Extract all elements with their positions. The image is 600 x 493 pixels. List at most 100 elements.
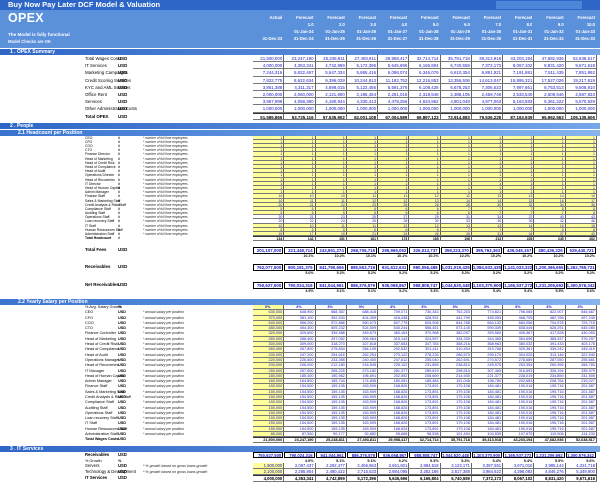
cell[interactable]: 11,182,752 (378, 76, 410, 84)
cell[interactable]: 25,238,811 (315, 55, 347, 63)
cell[interactable]: 4,330,413 (346, 98, 379, 106)
cell[interactable]: 43,203,194 (503, 55, 535, 63)
cell[interactable]: 27,493,811 (346, 55, 379, 63)
cell[interactable]: 8,067,102 (503, 62, 535, 70)
cell[interactable]: 6,098,074 (378, 69, 410, 77)
cell[interactable]: 7,244,316 (253, 69, 285, 77)
cell[interactable]: 5,163,583 (503, 98, 535, 106)
cell[interactable]: 1,000,000 (378, 105, 410, 113)
cell[interactable]: 6,678,253 (440, 83, 472, 91)
cell[interactable]: 841,044,961 (315, 281, 346, 289)
cell[interactable]: 5,591,376 (378, 83, 410, 91)
cell[interactable]: 47,682,936 (534, 437, 566, 443)
cell[interactable]: 17,527,026 (534, 76, 566, 84)
cell[interactable]: 2,533,540 (503, 90, 535, 99)
cell[interactable]: 886,376,579 (346, 281, 378, 289)
cell[interactable]: 5,647,334 (315, 69, 347, 77)
cell[interactable]: 19,217,819 (565, 76, 597, 84)
cell[interactable]: 8,622,634 (284, 76, 316, 84)
cell[interactable]: 2,000,000 (253, 90, 285, 99)
cell[interactable]: 52,638,517 (565, 55, 597, 63)
cell[interactable]: 1,262,785,721 (565, 264, 596, 272)
cell[interactable]: 436,045,157 (503, 246, 534, 254)
cell[interactable]: 2,609,546 (534, 90, 566, 99)
cell[interactable]: 8,067,102 (503, 475, 535, 482)
cell[interactable]: 35,791,718 (440, 55, 472, 63)
cell[interactable]: 29,958,417 (378, 55, 410, 63)
cell[interactable]: 173 (378, 236, 410, 241)
cell[interactable]: 52,638,517 (565, 437, 597, 443)
cell[interactable]: 62,001,108 (346, 112, 379, 120)
cell[interactable]: 7,822,775 (253, 76, 285, 84)
cell[interactable]: 3,861,388 (253, 83, 285, 91)
cell[interactable]: 6,166,804 (409, 475, 441, 482)
cell[interactable]: 39,313,918 (471, 55, 504, 63)
cell[interactable]: 7,372,173 (471, 62, 504, 70)
cell[interactable]: 762,077,500 (253, 264, 284, 272)
cell[interactable]: 23,247,190 (284, 55, 316, 63)
cell[interactable]: 5,570,629 (565, 98, 597, 106)
cell[interactable]: 105,135,606 (565, 112, 597, 120)
cell[interactable]: 134 (253, 236, 285, 241)
cell[interactable]: 936,068,867 (378, 281, 409, 289)
cell[interactable]: 6,346,076 (409, 69, 441, 77)
cell[interactable]: 790,024,316 (284, 281, 315, 289)
cell[interactable]: 359,223,370 (440, 246, 471, 254)
cell[interactable]: 1,000,000 (315, 105, 347, 113)
cell[interactable]: 4,801,049 (440, 98, 472, 106)
cell[interactable]: 185 (409, 236, 441, 241)
cell[interactable]: 1,165,537,272 (503, 281, 534, 289)
cell[interactable]: 151 (315, 236, 347, 241)
cell[interactable]: 35,791,718 (440, 437, 472, 443)
cell[interactable]: 6,740,559 (440, 475, 472, 482)
cell[interactable]: 23,247,190 (284, 437, 316, 443)
cell[interactable]: 4,353,341 (284, 475, 316, 482)
cell[interactable]: 1,000,000 (284, 105, 316, 113)
cell[interactable]: 1,000,000 (409, 105, 441, 113)
cell[interactable]: 4,190,944 (315, 98, 347, 106)
cell[interactable]: 9,671,618 (565, 62, 597, 70)
cell[interactable]: 12,216,853 (409, 76, 441, 84)
cell[interactable]: 243,951,274 (315, 246, 346, 254)
cell[interactable]: 262 (565, 236, 597, 241)
cell[interactable]: 6,166,804 (409, 62, 441, 70)
cell[interactable]: 1,000,000 (471, 105, 504, 113)
cell[interactable]: 1,031,019,425 (440, 264, 471, 272)
cell[interactable]: 43,203,194 (503, 437, 535, 443)
cell[interactable]: 980,056,488 (409, 264, 440, 272)
cell[interactable]: 6,610,354 (440, 69, 472, 77)
cell[interactable]: 6,891,921 (471, 69, 504, 77)
cell[interactable]: 7,191,881 (503, 69, 535, 77)
cell[interactable]: 1,000,000 (534, 105, 566, 113)
cell[interactable]: 79,536,228 (471, 112, 504, 120)
cell[interactable]: 32,714,714 (409, 55, 441, 63)
cell[interactable]: 4,698,015 (315, 83, 347, 91)
cell[interactable]: 4,977,063 (471, 98, 504, 106)
cell[interactable]: 67,004,589 (378, 112, 410, 120)
cell[interactable]: 326,013,737 (409, 246, 440, 254)
cell[interactable]: 2,388,105 (440, 90, 472, 99)
cell[interactable]: 268,706,715 (346, 246, 378, 254)
cell[interactable]: 1,000,000 (565, 105, 597, 113)
cell[interactable]: 841,790,606 (315, 264, 346, 272)
cell[interactable]: 2,459,748 (471, 90, 504, 99)
cell[interactable]: 213 (471, 236, 504, 241)
cell[interactable]: 13,356,506 (440, 76, 472, 84)
cell[interactable]: 51,585,866 (253, 112, 285, 120)
cell[interactable]: 4,742,899 (315, 62, 347, 70)
cell[interactable]: 1,044,520,448 (440, 281, 471, 289)
cell[interactable]: 8,831,420 (534, 475, 566, 482)
cell[interactable]: 9,608,910 (565, 83, 597, 91)
cell[interactable]: 57,535,902 (315, 112, 347, 120)
cell[interactable]: 4,353,341 (284, 62, 316, 70)
cell[interactable]: 1,103,370,900 (471, 281, 503, 289)
cell[interactable]: 4,059,380 (284, 98, 316, 106)
cell[interactable]: 6,740,559 (440, 62, 472, 70)
cell[interactable]: 10,244,913 (346, 76, 379, 84)
cell[interactable]: 5,172,396 (346, 62, 379, 70)
cell[interactable]: 4,634,962 (409, 98, 441, 106)
cell[interactable]: 395,763,363 (471, 246, 503, 254)
cell[interactable]: 69,897,123 (409, 112, 441, 120)
cell[interactable]: 1,300,576,342 (565, 281, 596, 289)
cell[interactable]: 529,440,721 (565, 246, 596, 254)
